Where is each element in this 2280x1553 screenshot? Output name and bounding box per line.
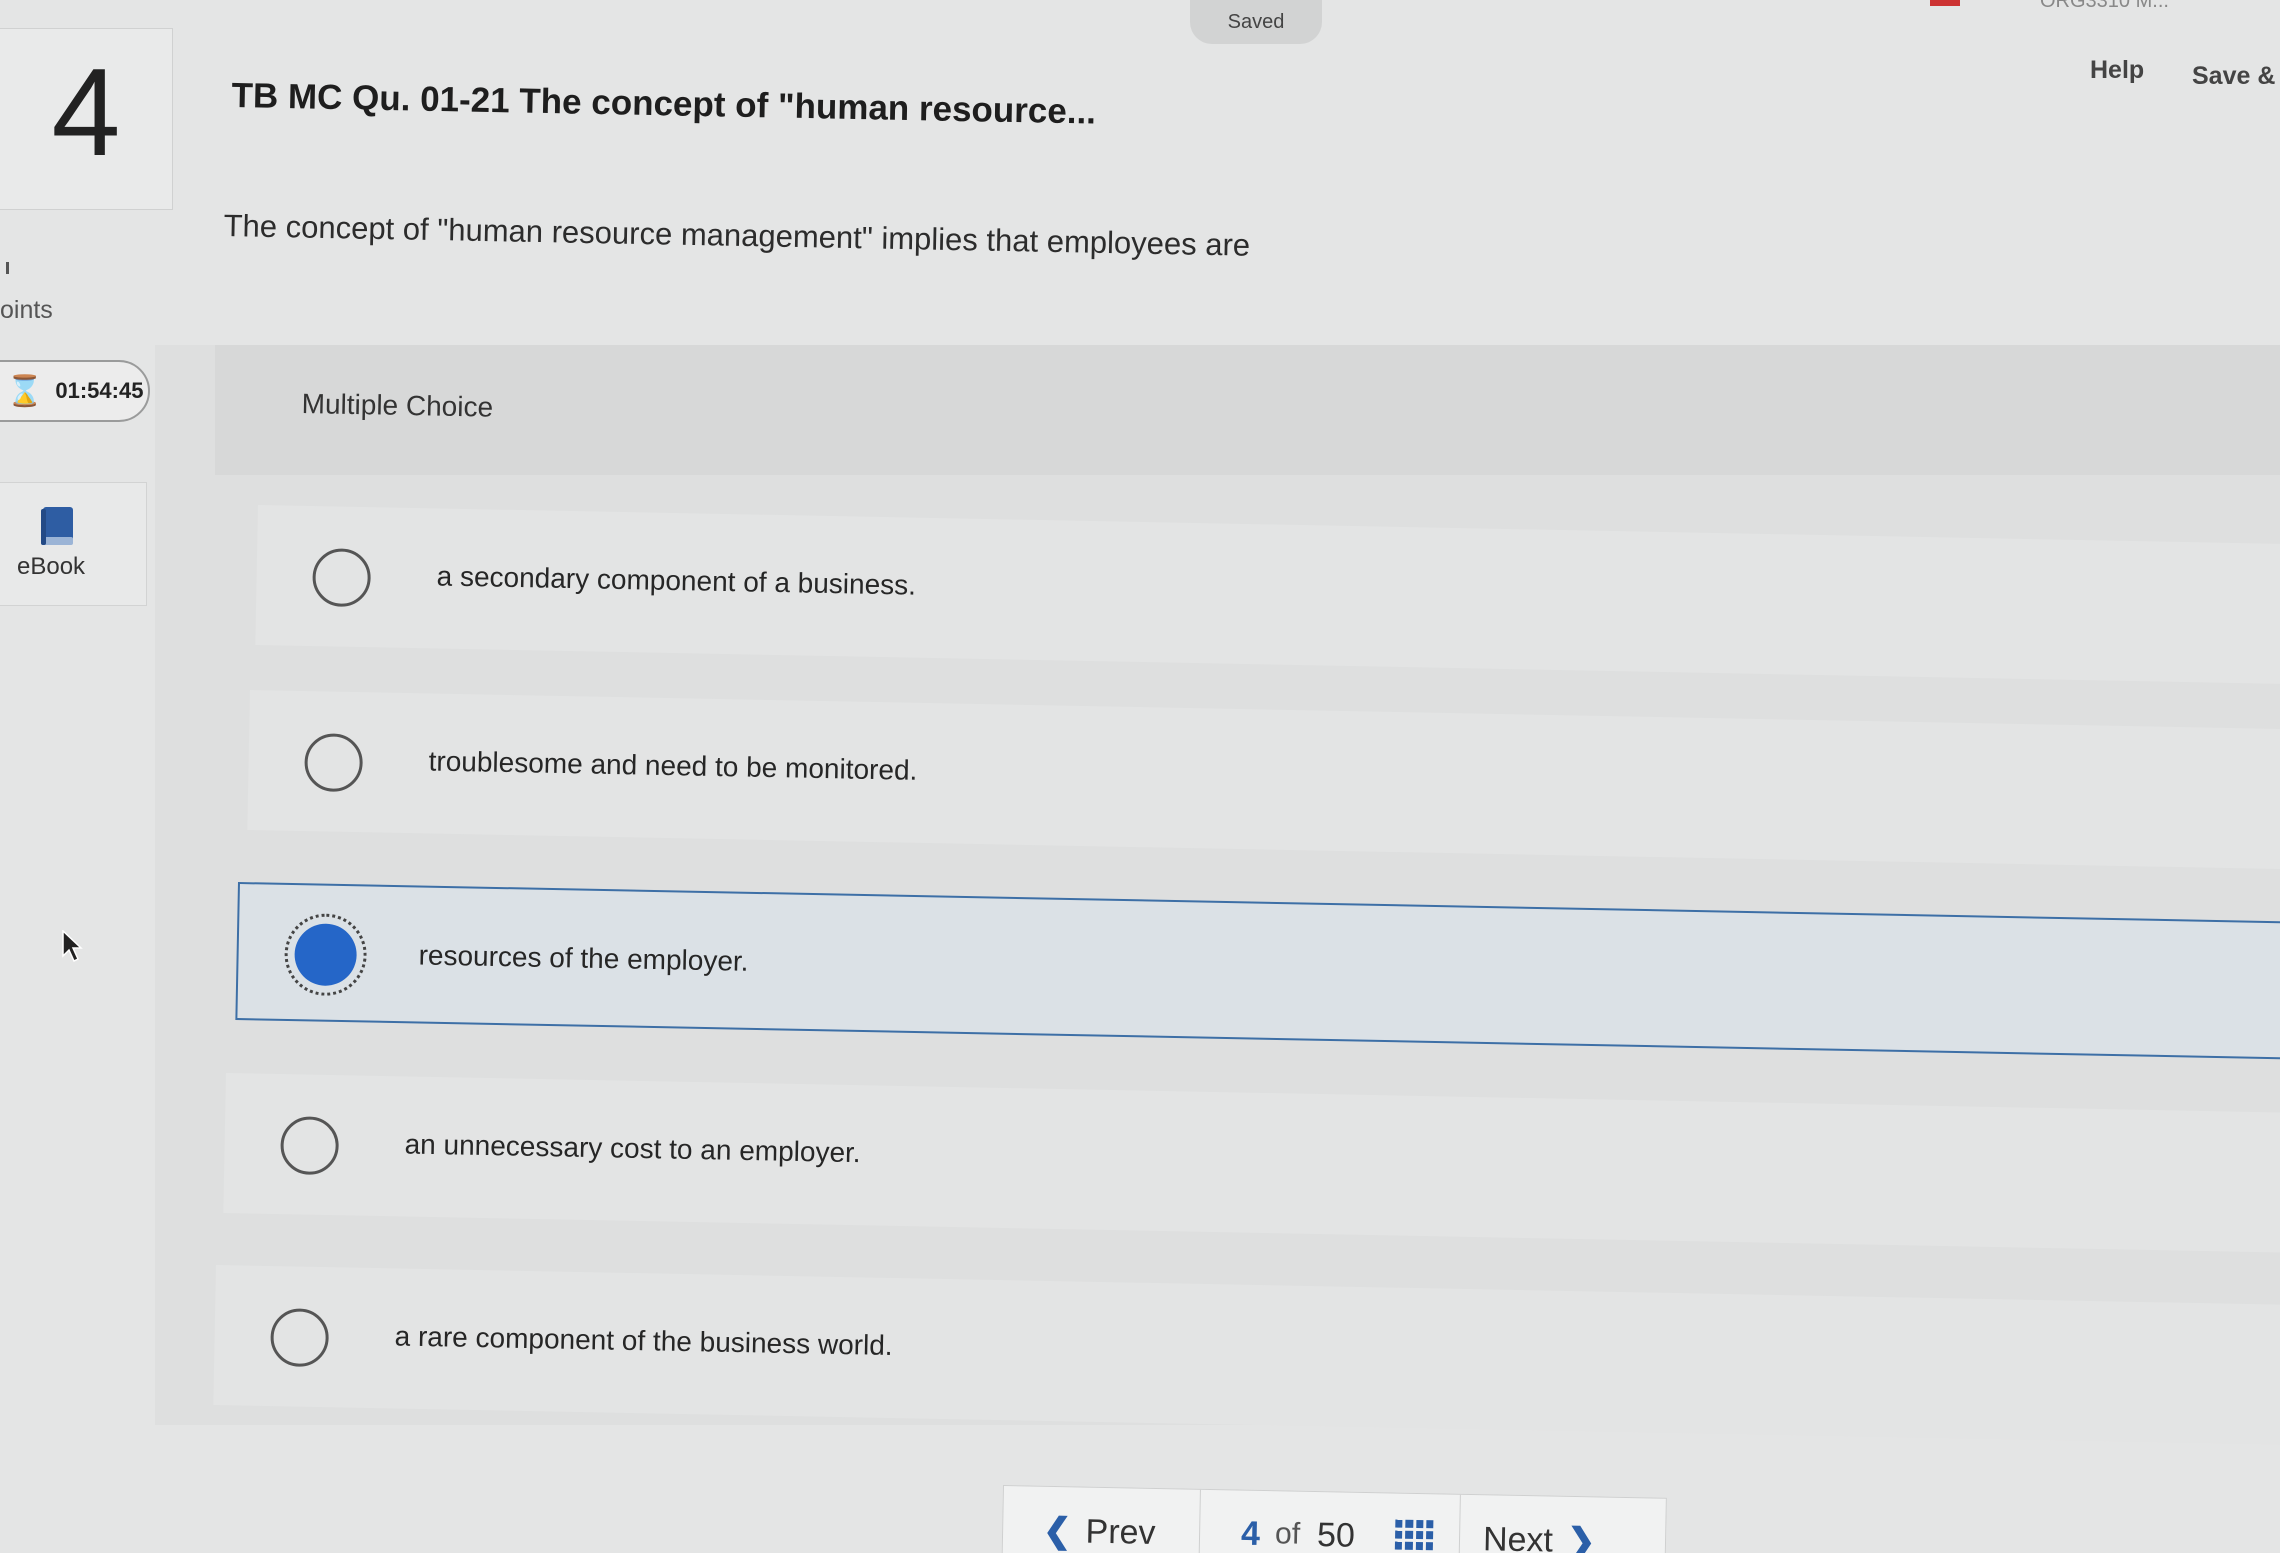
- timer-value: 01:54:45: [55, 378, 144, 403]
- radio-button[interactable]: [270, 1308, 330, 1368]
- next-button[interactable]: Next ❯: [1483, 1519, 1596, 1553]
- answer-option-text: resources of the employer.: [418, 939, 749, 977]
- current-question-number: 4: [1240, 1514, 1261, 1553]
- answer-option-text: a secondary component of a business.: [436, 560, 917, 601]
- question-type-label: Multiple Choice: [301, 388, 494, 423]
- mouse-cursor-icon: [62, 930, 83, 963]
- question-type-header: [215, 345, 2280, 475]
- total-questions: 50: [1316, 1516, 1356, 1553]
- save-exit-button[interactable]: Save &: [2192, 62, 2275, 91]
- course-title: ORG3310 M...: [2040, 0, 2169, 12]
- next-label: Next: [1482, 1520, 1554, 1553]
- question-grid-icon[interactable]: [1394, 1519, 1434, 1551]
- radio-button-selected[interactable]: [283, 912, 368, 997]
- question-title: TB MC Qu. 01-21 The concept of "human re…: [231, 76, 1097, 132]
- hourglass-icon: ⌛: [6, 374, 44, 408]
- ebook-label: eBook: [17, 553, 86, 580]
- question-number-box: 4: [0, 28, 173, 210]
- points-value: [0, 262, 9, 274]
- timer[interactable]: ⌛ 01:54:45: [0, 360, 150, 422]
- help-link[interactable]: Help: [2090, 56, 2144, 85]
- points-label: oints: [0, 296, 53, 324]
- prev-button[interactable]: ❮ Prev: [1043, 1511, 1156, 1553]
- saved-label: Saved: [1227, 10, 1285, 33]
- book-icon: [41, 507, 73, 545]
- course-flag-icon: [1930, 0, 1960, 6]
- radio-button[interactable]: [280, 1116, 340, 1176]
- question-number: 4: [51, 44, 121, 182]
- page-of-label: of: [1274, 1517, 1301, 1551]
- ebook-button[interactable]: eBook: [0, 482, 147, 606]
- question-navigation: ❮ Prev 4 of 50 Next ❯: [1001, 1485, 1667, 1553]
- question-prompt: The concept of "human resource managemen…: [223, 208, 1251, 263]
- answer-option-text: an unnecessary cost to an employer.: [404, 1128, 861, 1169]
- answer-option-text: a rare component of the business world.: [394, 1320, 893, 1362]
- chevron-left-icon: ❮: [1042, 1511, 1072, 1551]
- radio-button[interactable]: [304, 733, 364, 793]
- prev-label: Prev: [1085, 1512, 1156, 1552]
- quiz-page: Saved ORG3310 M... Help Save & 4 oints ⌛…: [0, 0, 2280, 1553]
- chevron-right-icon: ❯: [1566, 1521, 1596, 1553]
- divider: [1198, 1489, 1201, 1553]
- radio-button[interactable]: [312, 548, 372, 608]
- answer-option-text: troublesome and need to be monitored.: [428, 745, 918, 786]
- divider: [1457, 1494, 1461, 1553]
- saved-status: Saved: [1190, 0, 1322, 44]
- answer-panel: [155, 345, 2280, 1425]
